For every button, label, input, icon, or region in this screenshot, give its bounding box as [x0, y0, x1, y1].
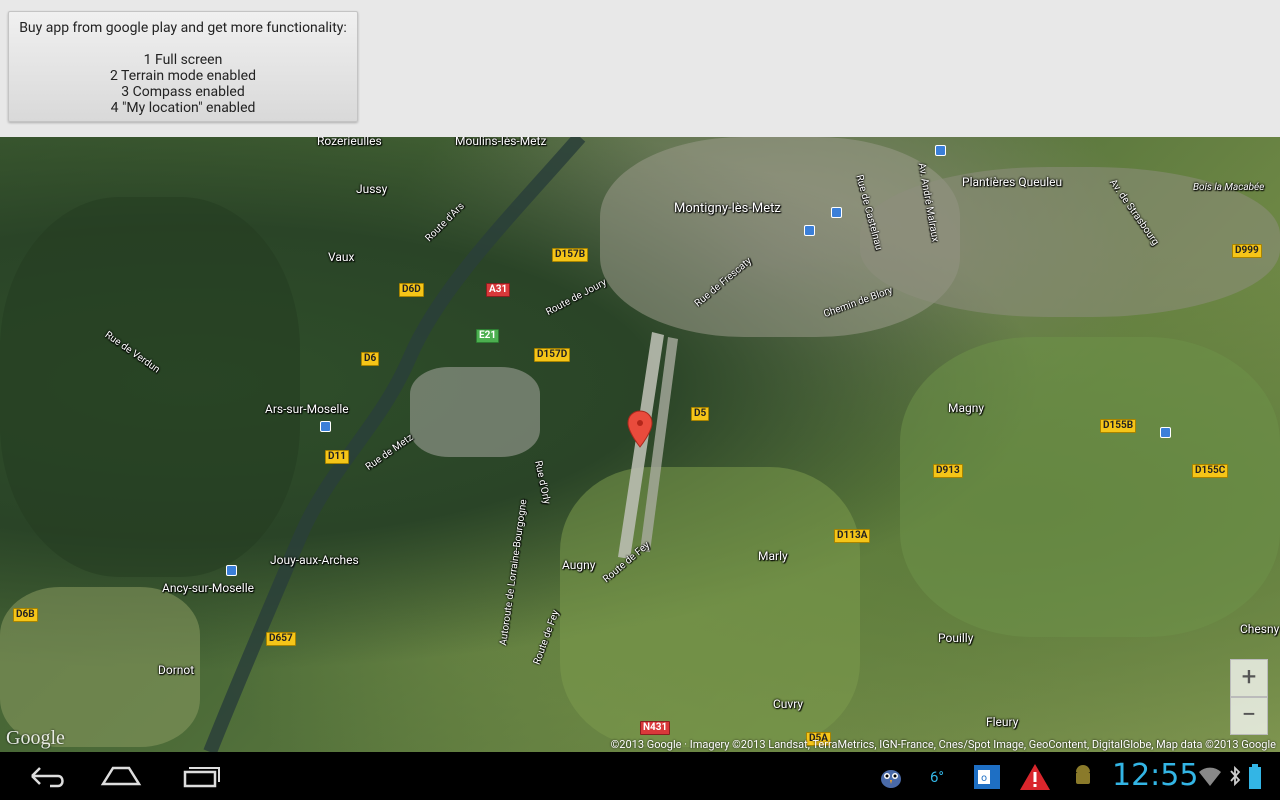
place-label: Vaux [328, 250, 355, 264]
road-shield: E21 [476, 329, 500, 343]
place-label: Pouilly [938, 631, 974, 645]
back-icon[interactable] [20, 762, 68, 790]
zoom-in-button[interactable]: + [1230, 659, 1268, 697]
promo-heading: Buy app from google play and get more fu… [19, 20, 347, 36]
promo-item: 2 Terrain mode enabled [109, 68, 256, 84]
road-shield: D657 [266, 632, 296, 646]
place-label: Bois la Macabée [1193, 182, 1265, 193]
zoom-out-button[interactable]: − [1230, 697, 1268, 735]
road-shield: D113A [834, 529, 871, 543]
satellite-map[interactable]: Rozerieulles Moulins-lès-Metz Jussy Mont… [0, 137, 1280, 752]
warning-icon[interactable] [1018, 762, 1052, 792]
temperature-readout: 6° [930, 768, 945, 786]
app-top-bar: Buy app from google play and get more fu… [0, 0, 1280, 137]
system-navigation-bar: 6° o 12:55 [0, 752, 1280, 800]
road-shield: D155C [1192, 464, 1229, 478]
place-label: Fleury [986, 715, 1019, 729]
place-label: Dornot [158, 663, 195, 677]
transit-icon[interactable] [320, 421, 331, 432]
road-shield: N431 [640, 721, 671, 735]
road-shield: D11 [325, 450, 349, 464]
outlook-icon[interactable]: o [972, 762, 1002, 792]
place-label: Augny [562, 558, 596, 572]
place-label: Marly [758, 549, 788, 563]
battery-icon [1249, 764, 1261, 789]
road-shield: A31 [486, 283, 511, 297]
road-shield: D5 [691, 407, 710, 421]
road-shield: D6 [361, 352, 380, 366]
promo-item: 4 "My location" enabled [110, 100, 256, 116]
transit-icon[interactable] [831, 207, 842, 218]
recent-apps-icon[interactable] [177, 762, 225, 790]
place-label: Plantières Queuleu [962, 175, 1063, 189]
clock[interactable]: 12:55 [1112, 758, 1198, 793]
transit-icon[interactable] [1160, 427, 1171, 438]
location-marker-icon[interactable] [627, 410, 653, 448]
place-label: Rozerieulles [317, 137, 382, 148]
road-shield: D913 [933, 464, 963, 478]
road-shield: D157D [534, 348, 571, 362]
place-label: Jouy-aux-Arches [270, 553, 359, 567]
road-shield: D999 [1232, 244, 1262, 258]
transit-icon[interactable] [226, 565, 237, 576]
road-shield: D157B [552, 248, 589, 262]
transit-icon[interactable] [804, 225, 815, 236]
wifi-icon [1199, 767, 1221, 786]
place-label: Magny [948, 401, 985, 415]
place-label: Ars-sur-Moselle [265, 402, 349, 416]
transit-icon[interactable] [935, 145, 946, 156]
bird-icon[interactable] [876, 762, 906, 792]
promo-item: 3 Compass enabled [121, 84, 245, 100]
road-shield: D6B [13, 608, 38, 622]
google-logo: Google [6, 727, 65, 749]
home-icon[interactable] [97, 762, 145, 790]
road-shield: D6D [399, 283, 424, 297]
place-label: Chesny [1240, 622, 1280, 636]
promo-item: 1 Full screen [143, 52, 223, 68]
place-label: Jussy [356, 182, 388, 196]
map-copyright[interactable]: ©2013 Google · Imagery ©2013 Landsat, Te… [611, 738, 1276, 751]
road-shield: D155B [1100, 419, 1137, 433]
android-debug-icon[interactable] [1070, 762, 1096, 790]
bluetooth-icon [1230, 765, 1241, 787]
place-label: Cuvry [773, 697, 804, 711]
place-label: Moulins-lès-Metz [455, 137, 547, 148]
place-label: Montigny-lès-Metz [674, 201, 781, 216]
buy-app-button[interactable]: Buy app from google play and get more fu… [8, 11, 358, 122]
svg-text:o: o [981, 773, 987, 784]
place-label: Ancy-sur-Moselle [162, 581, 254, 595]
